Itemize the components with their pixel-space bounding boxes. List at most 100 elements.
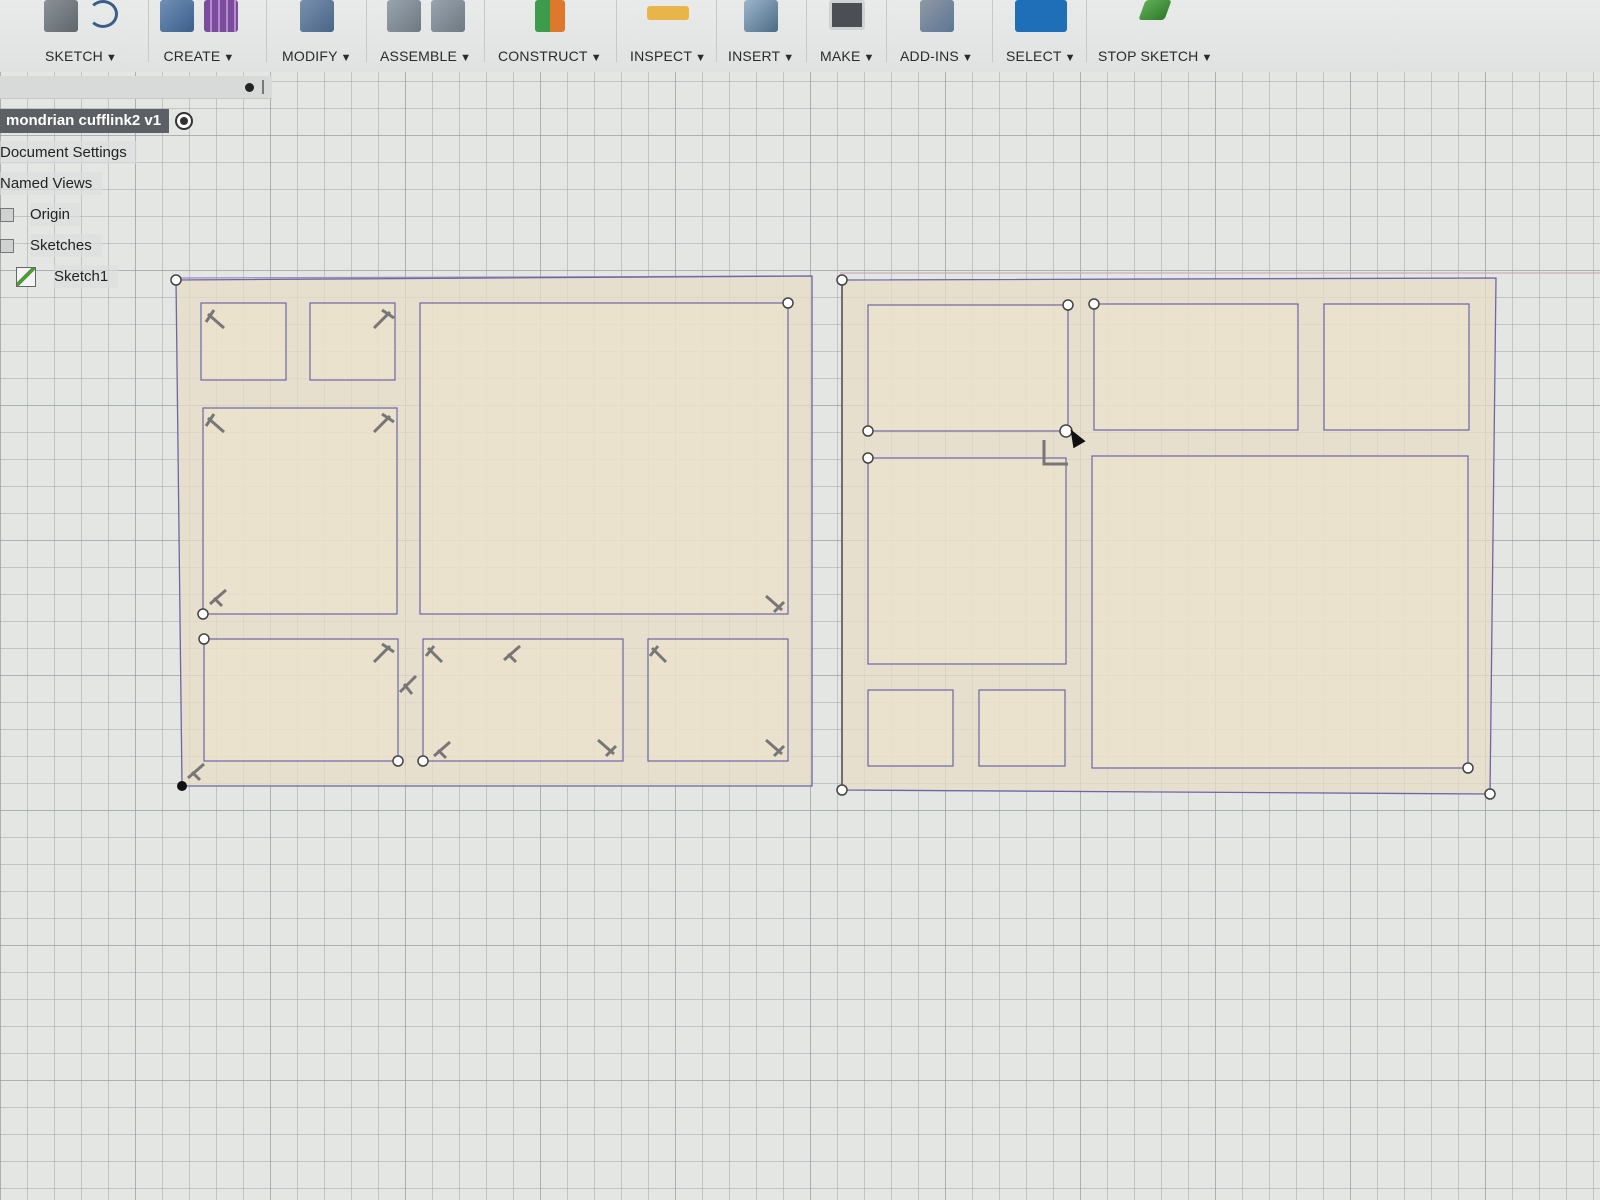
toolbar-separator — [484, 0, 485, 62]
browser-document-row[interactable]: mondrian cufflink2 v1 — [0, 109, 272, 133]
sketch-point — [1484, 788, 1496, 800]
browser-panel: mondrian cufflink2 v1 Document Settings … — [0, 76, 272, 292]
browser-item-label: Origin — [30, 203, 81, 226]
sketch-rect — [867, 689, 954, 767]
toolbar-label: ASSEMBLE — [380, 48, 458, 64]
select-cursor-icon[interactable] — [1014, 0, 1067, 32]
toolbar-label: MODIFY — [282, 48, 338, 64]
sketch-point — [197, 608, 209, 620]
browser-item-origin[interactable]: Origin — [0, 199, 272, 230]
sketch-point — [836, 274, 848, 286]
sketch-point — [198, 633, 210, 645]
active-document-radio-icon[interactable] — [175, 112, 194, 130]
sketch-point — [1088, 298, 1100, 310]
sketch-rect — [309, 302, 396, 381]
sketch-point — [417, 755, 429, 767]
toolbar-assemble-menu[interactable]: ASSEMBLE ▼ — [380, 0, 471, 70]
toolbar-label: INSPECT — [630, 48, 693, 64]
dropdown-caret-icon: ▼ — [695, 52, 707, 64]
toolbar-label: MAKE — [820, 48, 861, 64]
sketch-point — [836, 784, 848, 796]
sketch-rect — [978, 689, 1066, 767]
browser-item-named-views[interactable]: Named Views — [0, 168, 272, 199]
pattern-grid-icon[interactable] — [204, 0, 238, 32]
sketch-rect — [200, 302, 287, 381]
toolbar-separator — [886, 0, 887, 62]
sketch-rect — [1091, 455, 1469, 769]
toolbar-separator — [716, 0, 717, 62]
scripts-gear-icon[interactable] — [919, 0, 954, 32]
toolbar-separator — [806, 0, 807, 62]
toolbar-label: SKETCH — [44, 48, 103, 64]
new-component-icon[interactable] — [386, 0, 421, 32]
extrude-icon[interactable] — [160, 0, 194, 32]
dropdown-caret-icon: ▼ — [460, 52, 472, 64]
toolbar-select-menu[interactable]: SELECT ▼ — [1006, 0, 1076, 70]
toolbar-insert-menu[interactable]: INSERT ▼ — [728, 0, 794, 70]
browser-item-document-settings[interactable]: Document Settings — [0, 137, 272, 168]
pin-icon[interactable] — [245, 83, 254, 92]
sketch-rect — [1093, 303, 1299, 431]
sketch-point — [1462, 762, 1474, 774]
toolbar-label: CONSTRUCT — [498, 48, 588, 64]
toolbar-modify-menu[interactable]: MODIFY ▼ — [282, 0, 352, 70]
dropdown-caret-icon: ▼ — [1064, 52, 1076, 64]
pencil-icon[interactable] — [44, 0, 78, 32]
dropdown-caret-icon: ▼ — [961, 52, 974, 64]
browser-item-label: Named Views — [0, 172, 103, 195]
3d-print-icon[interactable] — [829, 0, 866, 30]
dropdown-caret-icon: ▼ — [863, 52, 875, 64]
toolbar-label: CREATE — [163, 48, 221, 64]
browser-item-label: Sketches — [30, 234, 102, 257]
folder-icon[interactable] — [0, 207, 14, 222]
sketch-point — [862, 452, 874, 464]
sketch-rect — [867, 457, 1067, 665]
toolbar-inspect-menu[interactable]: INSPECT ▼ — [630, 0, 706, 70]
dropdown-caret-icon: ▼ — [340, 52, 352, 64]
sketch-rect — [202, 407, 398, 615]
insert-image-icon[interactable] — [744, 0, 779, 32]
browser-item-label: Document Settings — [0, 141, 137, 164]
toolbar-sketch-menu[interactable]: SKETCH ▼ — [44, 0, 118, 70]
browser-header — [0, 76, 272, 99]
toolbar-label: STOP SKETCH — [1098, 48, 1199, 64]
toolbar-addins-menu[interactable]: ADD-INS ▼ — [900, 0, 973, 70]
toolbar-separator — [992, 0, 993, 62]
toolbar-separator — [366, 0, 367, 62]
toolbar-make-menu[interactable]: MAKE ▼ — [820, 0, 875, 70]
toolbar: SKETCH ▼ CREATE ▼ MODIFY ▼ ASSEMBLE ▼ CONSTR… — [0, 0, 1600, 72]
sketch-point — [862, 425, 874, 437]
folder-icon[interactable] — [0, 238, 14, 253]
offset-plane-icon[interactable] — [534, 0, 565, 32]
sketch-origin-point — [177, 781, 187, 791]
sketch-rect — [422, 638, 624, 762]
toolbar-separator — [1086, 0, 1087, 62]
arc-icon[interactable] — [88, 0, 118, 28]
stop-sketch-check-icon[interactable] — [1138, 0, 1172, 20]
sketch-rect — [867, 304, 1069, 432]
toolbar-create-menu[interactable]: CREATE ▼ — [160, 0, 238, 70]
dropdown-caret-icon: ▼ — [590, 52, 602, 64]
sketch-rect — [203, 638, 399, 762]
toolbar-label: INSERT — [728, 48, 781, 64]
toolbar-separator — [616, 0, 617, 62]
dropdown-caret-icon: ▼ — [223, 52, 235, 64]
measure-icon[interactable] — [647, 6, 690, 20]
toolbar-label: ADD-INS — [900, 48, 959, 64]
document-title[interactable]: mondrian cufflink2 v1 — [0, 109, 170, 133]
browser-item-sketch1[interactable]: Sketch1 — [0, 261, 272, 292]
dropdown-caret-icon: ▼ — [105, 52, 118, 64]
toolbar-stop-sketch-menu[interactable]: STOP SKETCH ▼ — [1098, 0, 1213, 70]
joint-icon[interactable] — [430, 0, 465, 32]
sketch-point — [782, 297, 794, 309]
browser-item-label: Sketch1 — [54, 265, 119, 288]
toolbar-construct-menu[interactable]: CONSTRUCT ▼ — [498, 0, 602, 70]
browser-item-sketches[interactable]: Sketches — [0, 230, 272, 261]
toolbar-separator — [266, 0, 267, 62]
sketch-rect — [419, 302, 789, 615]
collapse-handle-icon[interactable] — [262, 80, 264, 94]
toolbar-label: SELECT — [1006, 48, 1062, 64]
sketch-rect — [1323, 303, 1470, 431]
press-pull-icon[interactable] — [299, 0, 334, 32]
toolbar-separator — [148, 0, 149, 62]
